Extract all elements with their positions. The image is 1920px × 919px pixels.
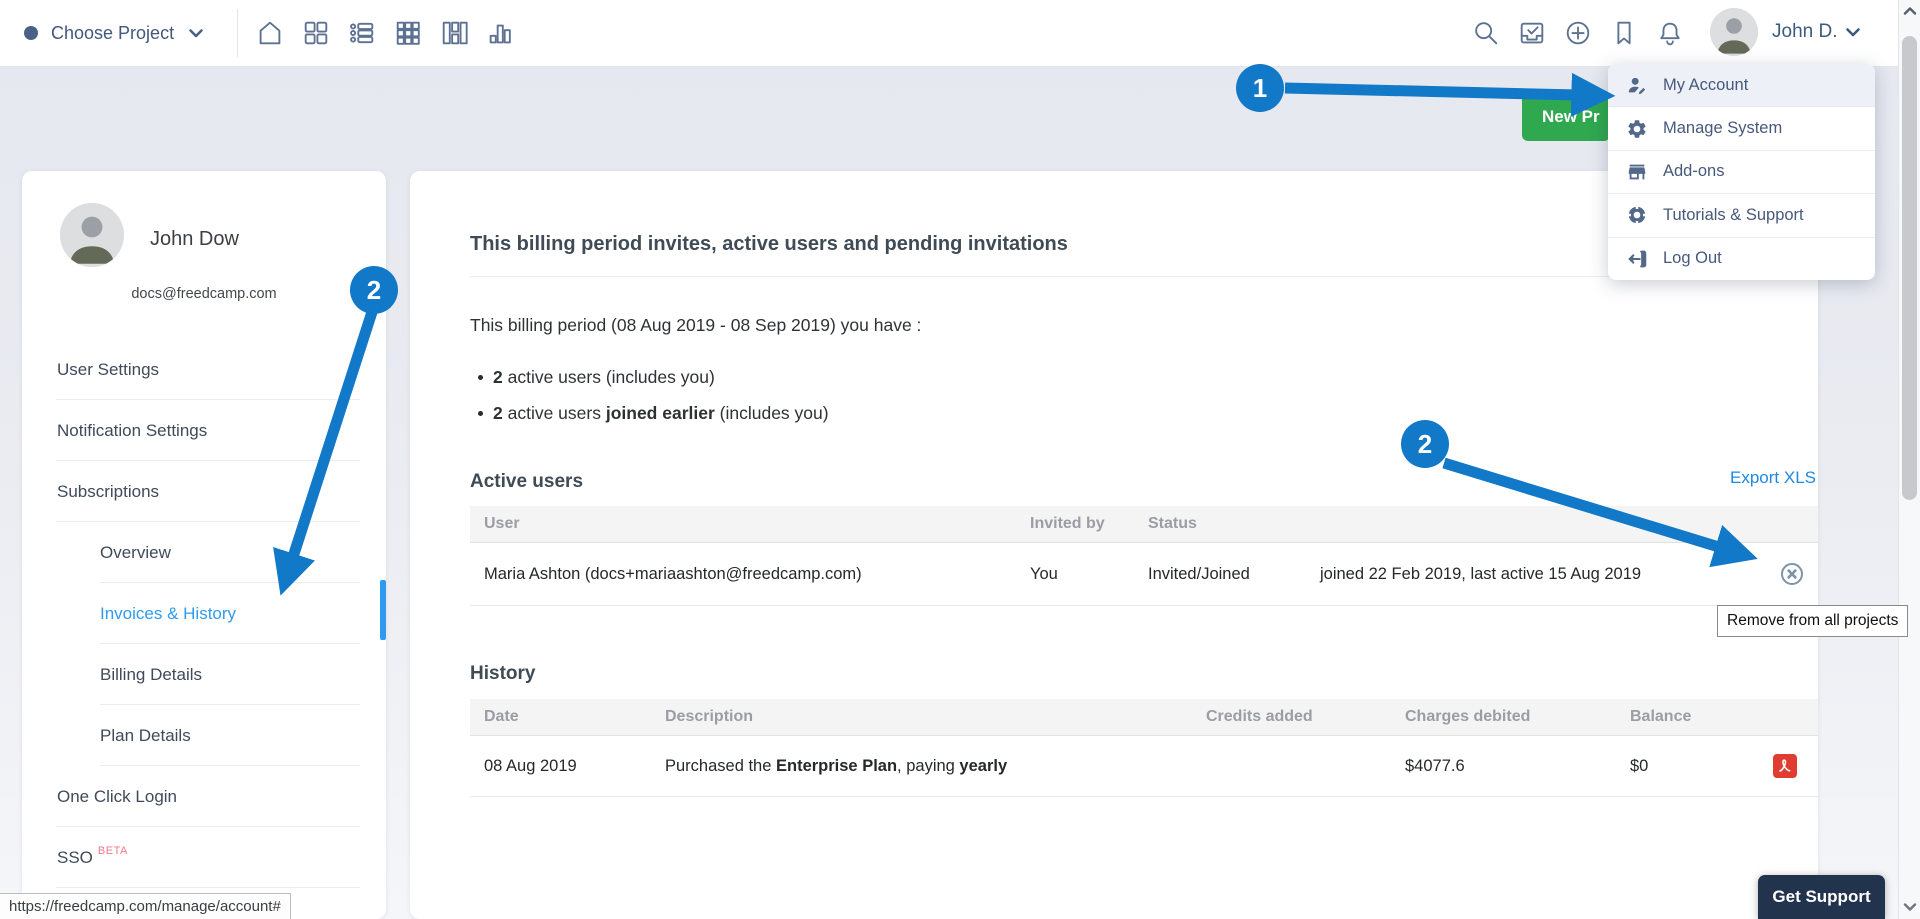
remove-user-icon[interactable] <box>1780 562 1804 586</box>
menu-item-label: Tutorials & Support <box>1663 206 1804 225</box>
sidebar-item-user-settings[interactable]: User Settings <box>22 339 386 400</box>
column-header-date: Date <box>470 708 651 726</box>
cell-balance: $0 <box>1616 757 1752 776</box>
account-edit-icon <box>1625 73 1649 97</box>
user-dropdown-menu: My Account Manage System Add-ons Tutoria… <box>1608 64 1875 280</box>
new-project-button[interactable]: New Pr <box>1522 92 1610 141</box>
history-table: Date Description Credits added Charges d… <box>470 699 1818 797</box>
profile-email: docs@freedcamp.com <box>22 286 386 302</box>
menu-item-my-account[interactable]: My Account <box>1608 64 1875 106</box>
columns-board-icon[interactable] <box>431 10 477 56</box>
dashboard-icon[interactable] <box>293 10 339 56</box>
sidebar-item-one-click-login[interactable]: One Click Login <box>22 766 386 827</box>
project-selector[interactable]: Choose Project <box>0 23 204 44</box>
table-header-row: Date Description Credits added Charges d… <box>470 699 1818 736</box>
freedcamp-app: Choose Project John D. New <box>0 0 1920 919</box>
add-icon[interactable] <box>1555 10 1601 56</box>
pdf-invoice-icon[interactable] <box>1773 754 1797 778</box>
gear-icon <box>1625 117 1649 141</box>
table-header-row: User Invited by Status <box>470 506 1818 543</box>
active-item-indicator <box>380 580 386 640</box>
bookmark-icon[interactable] <box>1601 10 1647 56</box>
project-color-dot <box>24 26 38 40</box>
menu-item-manage-system[interactable]: Manage System <box>1608 106 1875 149</box>
profile-avatar <box>60 203 124 267</box>
search-icon[interactable] <box>1463 10 1509 56</box>
annotation-circle-1 <box>1236 64 1284 112</box>
browser-status-bar: https://freedcamp.com/manage/account# <box>0 893 291 919</box>
sidebar-item-plan-details[interactable]: Plan Details <box>22 705 386 766</box>
bullet-active-users: 2 active users (includes you) <box>478 367 715 388</box>
billing-content-panel: This billing period invites, active user… <box>410 171 1818 919</box>
scroll-up-icon[interactable] <box>1903 6 1917 16</box>
column-header-user: User <box>470 515 1016 533</box>
store-icon <box>1625 160 1649 184</box>
column-header-status: Status <box>1134 515 1306 533</box>
bullet-dot <box>478 411 483 416</box>
cell-description: Purchased the Enterprise Plan, paying ye… <box>651 757 1192 776</box>
column-header-credits: Credits added <box>1192 708 1391 726</box>
menu-item-label: My Account <box>1663 76 1748 95</box>
table-row: 08 Aug 2019 Purchased the Enterprise Pla… <box>470 736 1818 797</box>
annotation-number: 1 <box>1253 73 1267 103</box>
scrollbar-thumb[interactable] <box>1902 36 1917 500</box>
history-heading: History <box>470 663 535 685</box>
column-header-description: Description <box>651 708 1192 726</box>
reports-chart-icon[interactable] <box>477 10 523 56</box>
cell-charges: $4077.6 <box>1391 757 1616 776</box>
section-title: This billing period invites, active user… <box>470 233 1068 256</box>
billing-period-intro: This billing period (08 Aug 2019 - 08 Se… <box>470 315 921 336</box>
sidebar-item-invoices-history[interactable]: Invoices & History <box>22 583 386 644</box>
header-divider <box>237 9 238 57</box>
column-header-balance: Balance <box>1616 708 1752 726</box>
scroll-down-icon[interactable] <box>1903 902 1917 912</box>
cell-status: Invited/Joined <box>1134 565 1306 584</box>
column-header-invited-by: Invited by <box>1016 515 1134 533</box>
menu-item-log-out[interactable]: Log Out <box>1608 237 1875 280</box>
table-row: Maria Ashton (docs+mariaashton@freedcamp… <box>470 543 1818 606</box>
user-account-button[interactable]: John D. <box>1710 8 1861 56</box>
beta-badge: BETA <box>98 845 128 857</box>
menu-item-add-ons[interactable]: Add-ons <box>1608 150 1875 193</box>
project-selector-label: Choose Project <box>51 23 174 44</box>
account-sidebar: John Dow docs@freedcamp.com User Setting… <box>22 171 386 919</box>
lifebuoy-icon <box>1625 203 1649 227</box>
page-scrollbar[interactable] <box>1898 0 1920 919</box>
column-header-charges: Charges debited <box>1391 708 1616 726</box>
export-xls-link[interactable]: Export XLS <box>1730 468 1816 488</box>
cell-date: 08 Aug 2019 <box>470 757 651 776</box>
inbox-check-icon[interactable] <box>1509 10 1555 56</box>
sidebar-item-sso[interactable]: SSO BETA <box>22 827 386 888</box>
tasks-list-icon[interactable] <box>339 10 385 56</box>
cell-activity: joined 22 Feb 2019, last active 15 Aug 2… <box>1306 565 1766 584</box>
home-icon[interactable] <box>247 10 293 56</box>
sidebar-item-billing-details[interactable]: Billing Details <box>22 644 386 705</box>
user-name-label: John D. <box>1772 21 1837 43</box>
menu-item-label: Log Out <box>1663 249 1722 268</box>
top-navigation-bar: Choose Project John D. <box>0 0 1920 67</box>
get-support-button[interactable]: Get Support <box>1758 875 1885 919</box>
menu-item-label: Add-ons <box>1663 162 1724 181</box>
new-project-label: New Pr <box>1542 107 1600 127</box>
chevron-down-icon <box>188 28 204 39</box>
sidebar-item-subscriptions[interactable]: Subscriptions <box>22 461 386 522</box>
notifications-icon[interactable] <box>1647 10 1693 56</box>
sidebar-item-overview[interactable]: Overview <box>22 522 386 583</box>
cell-invited-by: You <box>1016 565 1134 584</box>
chevron-down-icon <box>1845 27 1861 38</box>
profile-name: John Dow <box>150 228 239 251</box>
user-avatar <box>1710 8 1758 56</box>
projects-grid-icon[interactable] <box>385 10 431 56</box>
remove-tooltip: Remove from all projects <box>1717 605 1908 637</box>
sidebar-item-notification-settings[interactable]: Notification Settings <box>22 400 386 461</box>
bullet-joined-earlier: 2 active users joined earlier (includes … <box>478 403 829 424</box>
exit-icon <box>1625 247 1649 271</box>
menu-item-label: Manage System <box>1663 119 1782 138</box>
active-users-table: User Invited by Status Maria Ashton (doc… <box>470 506 1818 606</box>
bullet-dot <box>478 375 483 380</box>
active-users-heading: Active users <box>470 471 583 493</box>
menu-item-tutorials-support[interactable]: Tutorials & Support <box>1608 193 1875 236</box>
cell-user: Maria Ashton (docs+mariaashton@freedcamp… <box>470 565 1016 584</box>
